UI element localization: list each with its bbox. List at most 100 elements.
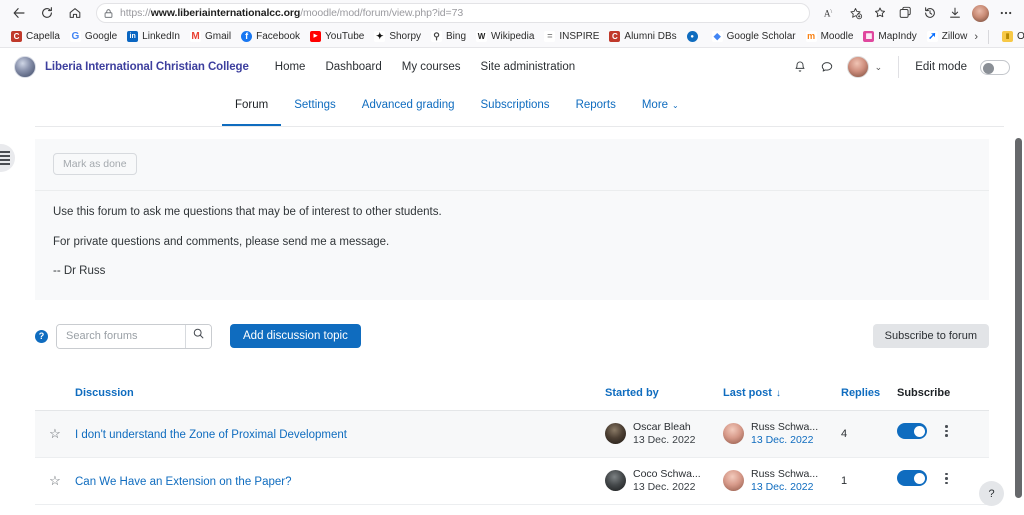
nav-item-my-courses[interactable]: My courses bbox=[402, 61, 461, 73]
last-post-person: Russ Schwa... 13 Dec. 2022 bbox=[723, 421, 841, 447]
profile-avatar-icon[interactable] bbox=[972, 4, 989, 22]
bookmark-item[interactable]: G Google bbox=[65, 30, 122, 43]
search-input[interactable] bbox=[57, 324, 185, 348]
avatar[interactable] bbox=[605, 423, 626, 445]
discussion-link[interactable]: I don't understand the Zone of Proximal … bbox=[75, 429, 347, 441]
other-favorites-button[interactable]: ▮ Other favorites bbox=[997, 30, 1024, 43]
browser-essentials-icon[interactable] bbox=[893, 2, 917, 24]
notifications-bell-icon[interactable] bbox=[793, 60, 807, 74]
col-replies[interactable]: Replies bbox=[841, 386, 897, 411]
address-bar[interactable]: https://www.liberiainternationalcc.org/m… bbox=[96, 3, 810, 23]
chevron-down-icon[interactable]: ⌄ bbox=[875, 62, 883, 73]
settings-and-more-icon[interactable] bbox=[994, 2, 1018, 24]
star-cell[interactable]: ☆ bbox=[35, 457, 75, 504]
person-date[interactable]: 13 Dec. 2022 bbox=[751, 481, 818, 494]
read-aloud-icon[interactable]: A \ bbox=[818, 2, 842, 24]
star-cell[interactable]: ☆ bbox=[35, 410, 75, 458]
bookmark-item[interactable]: ▦ MapIndy bbox=[858, 30, 921, 43]
bookmark-item[interactable]: C Capella bbox=[6, 30, 65, 43]
add-discussion-topic-button[interactable]: Add discussion topic bbox=[230, 324, 361, 349]
person-date[interactable]: 13 Dec. 2022 bbox=[751, 434, 818, 447]
intro-paragraph-1: Use this forum to ask me questions that … bbox=[53, 206, 442, 218]
help-question-icon[interactable]: ? bbox=[35, 329, 48, 343]
subscribe-to-forum-button[interactable]: Subscribe to forum bbox=[872, 324, 989, 349]
scrollbar-thumb[interactable] bbox=[1015, 138, 1022, 498]
edit-mode-toggle[interactable] bbox=[980, 59, 1010, 75]
bookmarks-overflow-chevron-icon[interactable]: › bbox=[972, 31, 980, 43]
subscribe-toggle[interactable] bbox=[897, 423, 927, 440]
page-scrollbar[interactable] bbox=[1012, 48, 1024, 515]
bookmark-item[interactable]: ● bbox=[682, 30, 707, 43]
site-info-icon[interactable] bbox=[103, 8, 114, 19]
bookmark-item[interactable]: M Gmail bbox=[185, 30, 236, 43]
bookmark-item[interactable]: ✦ Shorpy bbox=[369, 30, 426, 43]
chevron-down-icon: ⌄ bbox=[672, 100, 679, 110]
discussion-link[interactable]: Can We Have an Extension on the Paper? bbox=[75, 476, 292, 488]
back-arrow-icon[interactable] bbox=[6, 2, 32, 24]
bookmark-item[interactable]: = INSPIRE bbox=[539, 30, 604, 43]
star-outline-icon[interactable]: ☆ bbox=[49, 426, 61, 441]
add-to-collections-icon[interactable] bbox=[843, 2, 867, 24]
toggle-knob bbox=[913, 425, 925, 437]
site-name[interactable]: Liberia International Christian College bbox=[45, 61, 249, 73]
help-floating-button[interactable]: ? bbox=[979, 481, 1004, 506]
nav-item-site-administration[interactable]: Site administration bbox=[481, 61, 576, 73]
favorites-icon[interactable] bbox=[868, 2, 892, 24]
kebab-menu-icon[interactable] bbox=[945, 425, 948, 437]
history-icon[interactable] bbox=[918, 2, 942, 24]
col-last-post[interactable]: Last post ↓ bbox=[723, 386, 841, 411]
bing-favicon: ⚲ bbox=[431, 31, 443, 42]
search-button[interactable] bbox=[185, 324, 211, 348]
person-date: 13 Dec. 2022 bbox=[633, 480, 696, 493]
tab-label: Settings bbox=[294, 99, 336, 111]
person-name[interactable]: Coco Schwa... bbox=[633, 468, 701, 481]
tab-more[interactable]: More ⌄ bbox=[629, 86, 692, 126]
person-name[interactable]: Russ Schwa... bbox=[751, 468, 818, 481]
table-row[interactable]: ☆ I don't understand the Zone of Proxima… bbox=[35, 410, 989, 458]
tab-forum[interactable]: Forum bbox=[222, 86, 282, 126]
mark-as-done-button[interactable]: Mark as done bbox=[53, 153, 137, 175]
col-discussion[interactable]: Discussion bbox=[75, 386, 605, 411]
subscribe-toggle[interactable] bbox=[897, 470, 927, 487]
tab-advanced-grading[interactable]: Advanced grading bbox=[349, 86, 468, 126]
nav-item-home[interactable]: Home bbox=[275, 61, 306, 73]
intro-divider bbox=[35, 190, 989, 191]
bookmark-item[interactable]: ➚ Zillow bbox=[922, 30, 973, 43]
col-started-by[interactable]: Started by bbox=[605, 386, 723, 411]
star-outline-icon[interactable]: ☆ bbox=[49, 473, 61, 488]
downloads-icon[interactable] bbox=[943, 2, 967, 24]
bookmark-item[interactable]: in LinkedIn bbox=[122, 30, 185, 43]
avatar[interactable] bbox=[723, 470, 744, 492]
tab-subscriptions[interactable]: Subscriptions bbox=[468, 86, 563, 126]
header-divider bbox=[898, 56, 900, 78]
bookmark-label: Moodle bbox=[820, 31, 854, 42]
bookmark-item[interactable]: m Moodle bbox=[801, 30, 859, 43]
home-icon[interactable] bbox=[62, 2, 88, 24]
bookmark-item[interactable]: ▶ YouTube bbox=[305, 30, 369, 43]
avatar[interactable] bbox=[723, 423, 744, 445]
messages-icon[interactable] bbox=[820, 60, 834, 74]
discussion-title-cell[interactable]: I don't understand the Zone of Proximal … bbox=[75, 410, 605, 458]
tab-label: More bbox=[641, 99, 669, 111]
table-row[interactable]: ☆ Can We Have an Extension on the Paper?… bbox=[35, 457, 989, 505]
reload-icon[interactable] bbox=[34, 2, 60, 24]
discussion-title-cell[interactable]: Can We Have an Extension on the Paper? bbox=[75, 457, 605, 504]
table-header-row: Discussion Started by Last post ↓ Replies… bbox=[35, 386, 989, 411]
bookmark-item[interactable]: ◆ Google Scholar bbox=[707, 30, 801, 43]
nav-item-dashboard[interactable]: Dashboard bbox=[325, 61, 381, 73]
toggle-knob bbox=[983, 62, 994, 74]
bookmark-item[interactable]: f Facebook bbox=[236, 30, 305, 43]
tab-settings[interactable]: Settings bbox=[281, 86, 349, 126]
user-avatar[interactable] bbox=[846, 56, 869, 78]
bookmark-label: INSPIRE bbox=[559, 31, 600, 42]
site-logo-icon[interactable] bbox=[14, 56, 36, 78]
bookmark-item[interactable]: ⚲ Bing bbox=[426, 30, 471, 43]
bookmark-item[interactable]: C Alumni DBs bbox=[604, 30, 681, 43]
browser-toolbar: https://www.liberiainternationalcc.org/m… bbox=[0, 0, 1024, 26]
tab-reports[interactable]: Reports bbox=[563, 86, 629, 126]
avatar[interactable] bbox=[605, 470, 626, 492]
person-name[interactable]: Russ Schwa... bbox=[751, 421, 818, 434]
bookmark-item[interactable]: W Wikipedia bbox=[471, 30, 539, 43]
person-name[interactable]: Oscar Bleah bbox=[633, 421, 695, 434]
kebab-menu-icon[interactable] bbox=[945, 472, 948, 485]
